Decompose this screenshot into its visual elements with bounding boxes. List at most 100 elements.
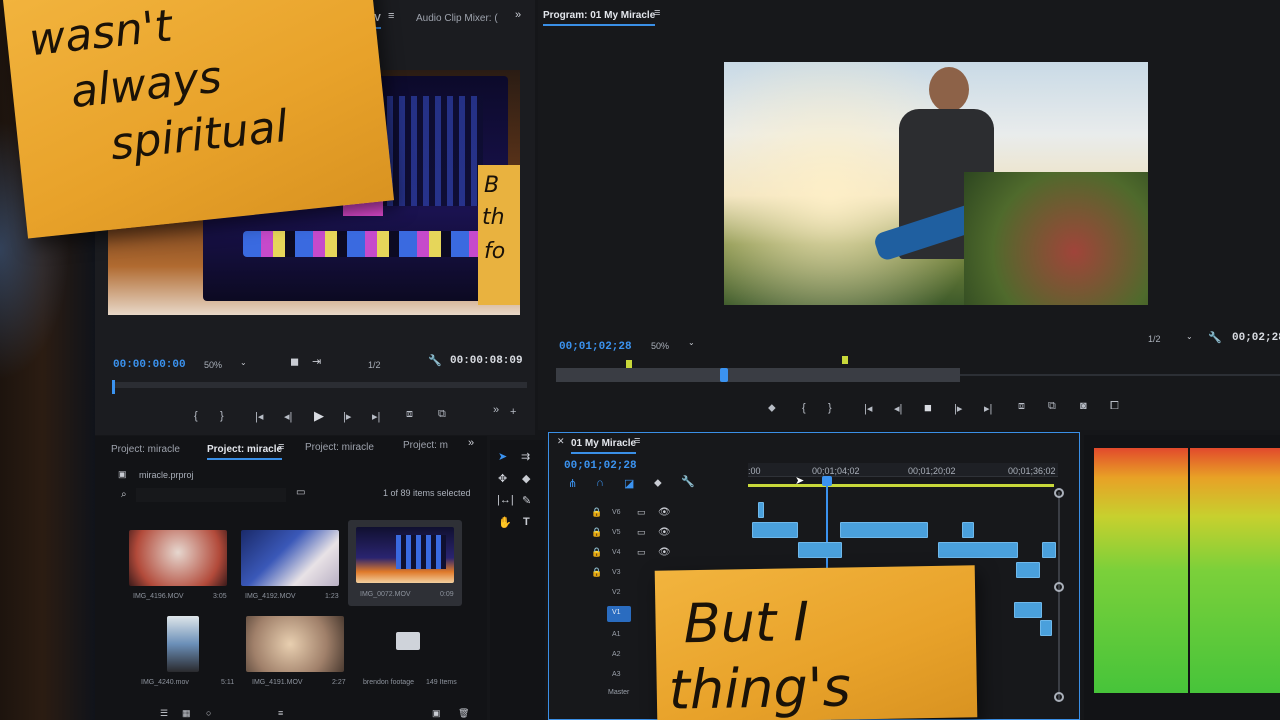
program-timecode[interactable]: 00;01;02;28 <box>559 341 632 353</box>
search-input[interactable] <box>136 488 286 502</box>
source-resolution-select[interactable]: 1/2 <box>368 360 381 370</box>
play-icon[interactable]: ▶ <box>314 408 324 424</box>
timeline-timecode[interactable]: 00;01;02;28 <box>564 460 637 472</box>
timeline-clip[interactable] <box>752 522 798 538</box>
track-v6[interactable]: V6 <box>612 509 621 516</box>
program-scrub-bar[interactable] <box>556 368 960 382</box>
marker-in[interactable] <box>626 360 632 368</box>
program-resolution-select[interactable]: 1/2 <box>1148 334 1161 344</box>
timeline-clip[interactable] <box>1016 562 1040 578</box>
step-forward-icon[interactable]: |▸ <box>954 402 962 415</box>
lift-icon[interactable]: ⧈ <box>1018 400 1025 413</box>
toggle-output-icon[interactable]: ▭ <box>637 507 646 518</box>
folder-icon[interactable] <box>396 632 420 650</box>
timeline-clip[interactable] <box>938 542 1018 558</box>
toggle-output-icon[interactable]: ▭ <box>637 547 646 558</box>
export-frame-icon[interactable]: ◙ <box>1080 400 1087 412</box>
panel-menu-icon[interactable]: ≡ <box>388 10 394 22</box>
overwrite-clip-icon[interactable]: ⧉ <box>438 408 446 421</box>
marker-out[interactable] <box>842 356 848 364</box>
track-v4[interactable]: V4 <box>612 549 621 556</box>
thumb-img-4196[interactable] <box>129 530 227 586</box>
mark-out-icon[interactable]: } <box>220 410 224 422</box>
panel-menu-icon[interactable]: ≡ <box>634 435 640 447</box>
mark-out-icon[interactable]: } <box>828 402 832 414</box>
thumb-img-0072[interactable] <box>356 527 454 583</box>
thumb-img-4191[interactable] <box>246 616 344 672</box>
add-button-icon[interactable]: + <box>510 406 516 418</box>
tab-sequence[interactable]: 01 My Miracle <box>571 438 637 454</box>
panel-menu-icon[interactable]: ≡ <box>654 7 660 19</box>
insert-icon[interactable]: ⇥ <box>312 355 321 368</box>
settings-icon[interactable]: ◼ <box>290 355 299 368</box>
sort-icon[interactable]: ≡ <box>278 708 283 718</box>
step-back-icon[interactable]: ◂| <box>284 410 292 423</box>
mark-in-icon[interactable]: { <box>802 402 806 414</box>
timeline-vertical-scrollbar[interactable] <box>1058 492 1060 700</box>
timeline-clip[interactable] <box>840 522 928 538</box>
lock-icon[interactable]: 🔒 <box>591 547 602 558</box>
selection-tool-icon[interactable]: ➤ <box>498 450 507 463</box>
eye-icon[interactable]: 👁 <box>658 527 671 538</box>
track-v2[interactable]: V2 <box>612 589 621 596</box>
timeline-clip[interactable] <box>1040 620 1052 636</box>
track-a2[interactable]: A2 <box>612 651 621 658</box>
work-area-bar[interactable] <box>748 484 1054 487</box>
thumb-img-4192[interactable] <box>241 530 339 586</box>
more-buttons-icon[interactable]: » <box>493 404 499 416</box>
source-scrub-bar[interactable] <box>112 382 527 388</box>
go-to-in-icon[interactable]: |◂ <box>864 402 872 415</box>
go-to-out-icon[interactable]: ▸| <box>372 410 380 423</box>
search-icon[interactable]: ⌕ <box>121 489 127 500</box>
add-marker-icon[interactable]: ⬥ <box>768 402 776 415</box>
tab-program-monitor[interactable]: Program: 01 My Miracle <box>543 10 656 26</box>
linked-selection-icon[interactable]: ∩ <box>596 477 604 489</box>
timeline-scroll-handle[interactable] <box>1054 488 1064 498</box>
insert-clip-icon[interactable]: ⧈ <box>406 408 413 421</box>
chevron-down-icon[interactable]: ⌄ <box>240 358 247 367</box>
extract-icon[interactable]: ⧉ <box>1048 400 1056 413</box>
tab-project-1[interactable]: Project: miracle <box>111 444 180 455</box>
tab-project-4[interactable]: Project: m <box>403 440 448 451</box>
track-select-icon[interactable]: ⇉ <box>521 450 530 463</box>
slip-tool-icon[interactable]: |↔| <box>497 494 514 506</box>
panel-overflow-icon[interactable]: » <box>468 437 474 449</box>
panel-overflow-icon[interactable]: » <box>515 9 521 21</box>
thumb-img-4240[interactable] <box>167 616 199 672</box>
mark-in-icon[interactable]: { <box>194 410 198 422</box>
timeline-clip[interactable] <box>962 522 974 538</box>
add-marker-icon[interactable]: ⬥ <box>654 477 662 490</box>
new-item-icon[interactable]: ▣ <box>432 708 441 719</box>
lock-icon[interactable]: 🔒 <box>591 527 602 538</box>
ripple-edit-icon[interactable]: ✥ <box>498 472 507 485</box>
lock-icon[interactable]: 🔒 <box>591 507 602 518</box>
compare-view-icon[interactable]: ⧠ <box>1110 400 1119 413</box>
close-icon[interactable]: ✕ <box>557 436 565 447</box>
step-back-icon[interactable]: ◂| <box>894 402 902 415</box>
chevron-down-icon[interactable]: ⌄ <box>688 338 695 347</box>
program-playhead[interactable] <box>720 368 728 382</box>
program-zoom-select[interactable]: 50% <box>651 341 669 351</box>
wrench-icon[interactable]: 🔧 <box>1208 331 1222 344</box>
track-master[interactable]: Master <box>608 689 629 696</box>
eye-icon[interactable]: 👁 <box>658 507 671 518</box>
timeline-scroll-handle[interactable] <box>1054 582 1064 592</box>
hand-tool-icon[interactable]: ✋ <box>498 516 512 529</box>
go-to-out-icon[interactable]: ▸| <box>984 402 992 415</box>
panel-menu-icon[interactable]: ≡ <box>278 441 284 453</box>
wrench-icon[interactable]: 🔧 <box>681 475 695 488</box>
wrench-icon[interactable]: 🔧 <box>428 354 442 367</box>
playhead-handle[interactable] <box>822 476 832 486</box>
toggle-output-icon[interactable]: ▭ <box>637 527 646 538</box>
timeline-clip[interactable] <box>1042 542 1056 558</box>
tab-project-3[interactable]: Project: miracle <box>305 442 374 453</box>
track-a1[interactable]: A1 <box>612 631 621 638</box>
lock-icon[interactable]: 🔒 <box>591 567 602 578</box>
tab-project-2[interactable]: Project: miracle <box>207 444 283 460</box>
track-a3[interactable]: A3 <box>612 671 621 678</box>
track-v5[interactable]: V5 <box>612 529 621 536</box>
insert-nest-icon[interactable]: ◪ <box>624 477 634 490</box>
timeline-clip[interactable] <box>798 542 842 558</box>
zoom-slider-icon[interactable]: ○ <box>206 708 211 718</box>
tab-audio-clip-mixer[interactable]: Audio Clip Mixer: ( <box>416 13 498 24</box>
